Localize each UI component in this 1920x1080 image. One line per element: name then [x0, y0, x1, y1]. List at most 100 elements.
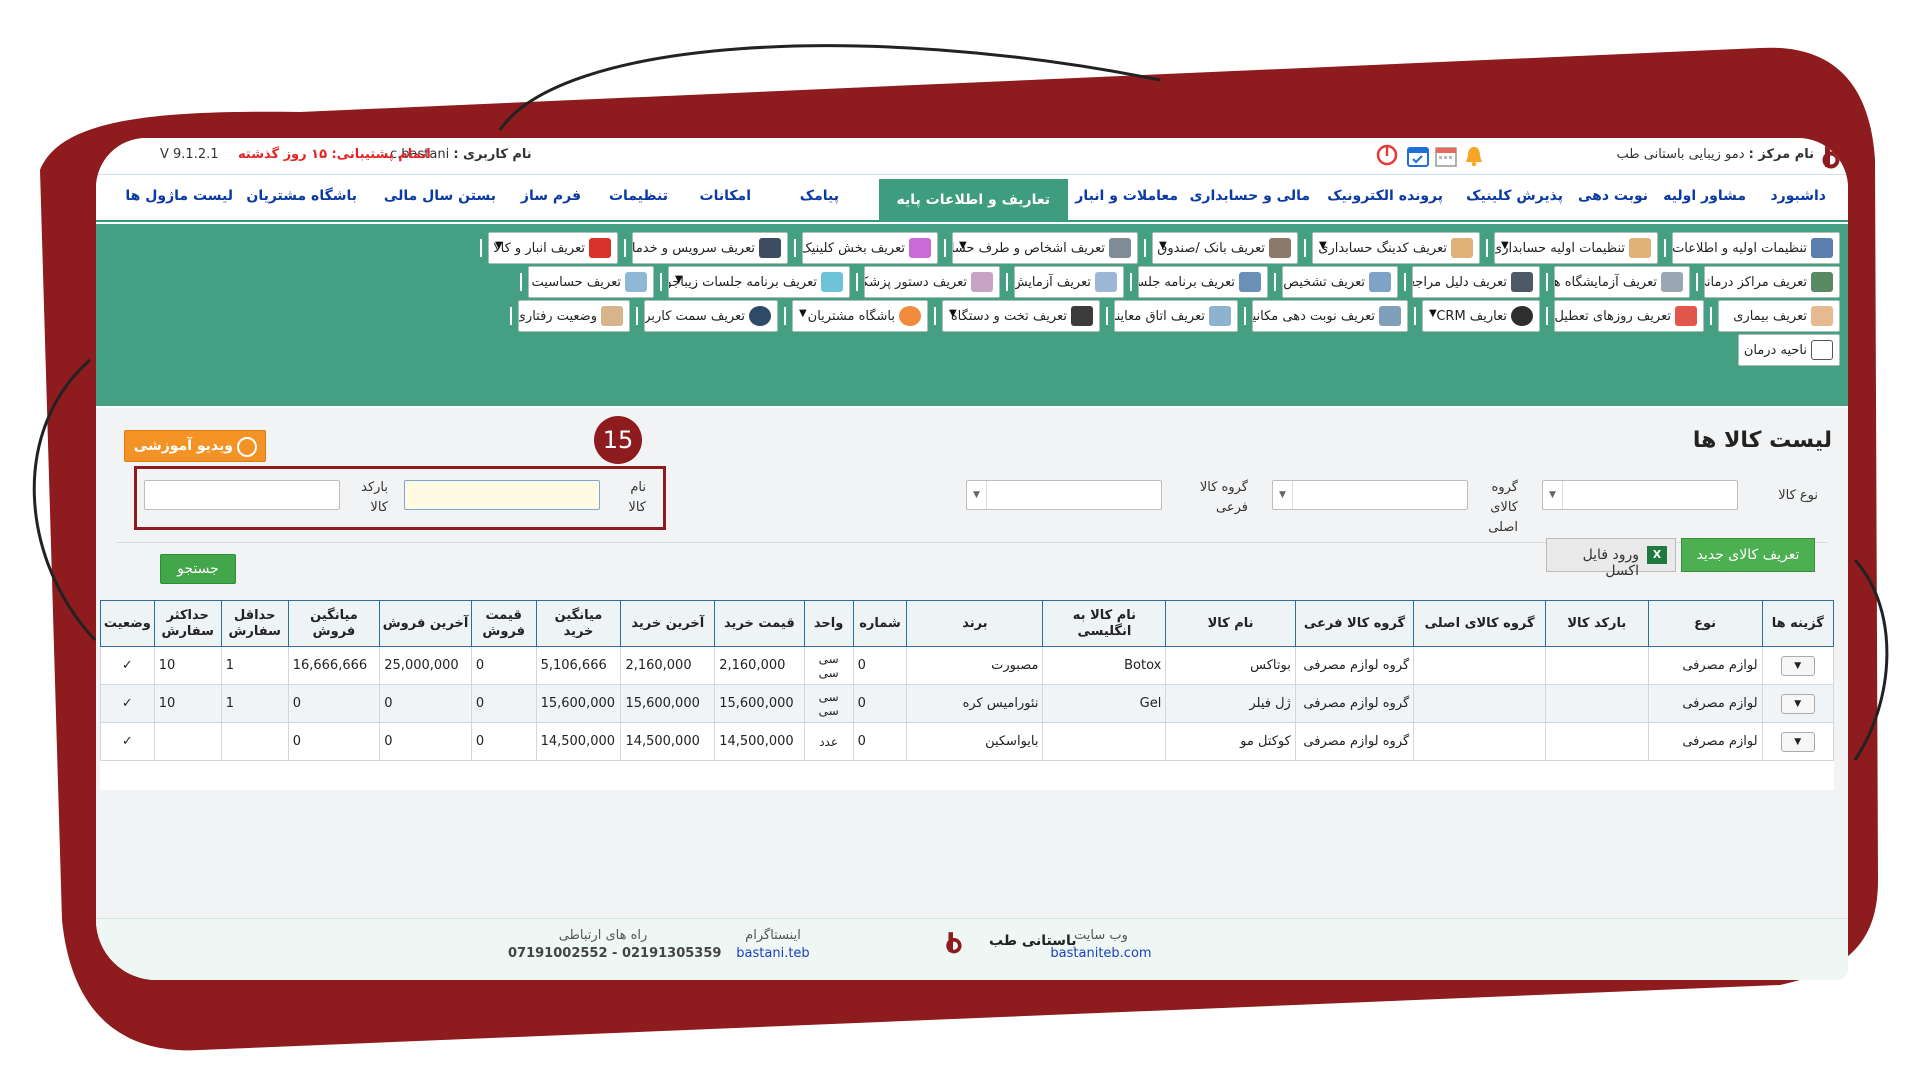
cell-min-order: 1: [220, 684, 289, 723]
center-label: نام مرکز :: [1748, 147, 1814, 162]
top-icons: [1376, 144, 1486, 170]
power-icon[interactable]: [1376, 144, 1398, 170]
submenu-beauty-sessions[interactable]: تعریف برنامه جلسات زیباجو ▼: [668, 266, 850, 298]
submenu-warehouse-goods[interactable]: تعریف انبار و کالا ▼: [488, 232, 618, 264]
nav-electronic-record[interactable]: پرونده الکترونیک: [1327, 188, 1443, 204]
submenu-label: تنظیمات اولیه حسابداری: [1494, 241, 1625, 256]
screenshot-stage: نام مرکز : دمو زیبایی باستانی طب نام کار…: [0, 0, 1920, 1080]
col-main-group: گروه کالای اصلی: [1413, 600, 1546, 647]
submenu-treatment-area[interactable]: ناحیه درمان: [1738, 334, 1840, 366]
kala-name-input[interactable]: [404, 480, 600, 510]
col-status: وضعیت: [100, 600, 155, 647]
separator: [1244, 307, 1246, 325]
crm-icon: [1511, 306, 1533, 326]
footer: باستانی طب وب سایت bastaniteb.com اینستا…: [96, 918, 1848, 980]
separator: [480, 239, 482, 257]
nav-clinic-reception[interactable]: پذیرش کلینیک: [1466, 188, 1563, 204]
submenu-laboratories[interactable]: تعریف آزمایشگاه ها: [1554, 266, 1690, 298]
nav-module-list[interactable]: لیست ماژول ها: [125, 188, 233, 204]
submenu-services[interactable]: تعریف سرویس و خدمات: [632, 232, 788, 264]
nav-base-definitions[interactable]: تعاریف و اطلاعات پایه: [878, 179, 1068, 221]
nav-trade-warehouse[interactable]: معاملات و انبار: [1075, 188, 1178, 204]
row-options-button[interactable]: ▼: [1780, 655, 1815, 676]
sub-group-label: گروه کالا فرعی: [1199, 480, 1248, 515]
book-icon: [589, 238, 611, 258]
submenu-label: تعریف دستور پزشکی: [865, 275, 967, 290]
submenu-center-settings[interactable]: تنظیمات اولیه و اطلاعات مرکز: [1672, 232, 1840, 264]
submenu-user-role[interactable]: تعریف سمت کاربر: [644, 300, 778, 332]
submenu-sensitivity[interactable]: تعریف حساسیت: [528, 266, 654, 298]
cell-sub-group: گروه لوازم مصرفی: [1294, 722, 1415, 761]
submenu-mechanized-appointment[interactable]: تعریف نوبت دهی مکانیزه: [1252, 300, 1408, 332]
submenu-behavior-status[interactable]: وضعیت رفتاری: [518, 300, 630, 332]
submenu-accounting-coding[interactable]: تعریف کدینگ حسابداری ▼: [1312, 232, 1480, 264]
main-group-select[interactable]: ▼: [1272, 480, 1468, 510]
submenu-visit-reason[interactable]: تعریف دلیل مراجعه: [1412, 266, 1540, 298]
row-options-button[interactable]: ▼: [1780, 731, 1815, 752]
chevron-down-icon: ▼: [495, 240, 503, 251]
submenu-label: تعریف انبار و کالا: [493, 241, 585, 256]
submenu-bed-device[interactable]: تعریف تخت و دستگاه ▼: [942, 300, 1100, 332]
hand-person-icon: [601, 306, 623, 326]
cell-brand: مصبورت: [906, 646, 1044, 685]
col-name-en: نام کالا به انگلیسی: [1042, 600, 1167, 647]
persons-icon: [1109, 238, 1131, 258]
row-options-button[interactable]: ▼: [1780, 693, 1815, 714]
separator: [510, 307, 512, 325]
nav-close-fiscal-year[interactable]: بستن سال مالی: [384, 188, 496, 204]
submenu-customer-club[interactable]: باشگاه مشتریان ▼: [792, 300, 928, 332]
sub-group-select[interactable]: ▼: [966, 480, 1162, 510]
calendar-icon: [1675, 306, 1697, 326]
submenu-crm[interactable]: تعاریف CRM ▼: [1422, 300, 1540, 332]
kala-type-select[interactable]: ▼: [1542, 480, 1738, 510]
nav-initial-consultant[interactable]: مشاور اولیه: [1663, 188, 1746, 204]
submenu-session-program[interactable]: تعریف برنامه جلسات: [1138, 266, 1268, 298]
bell-icon[interactable]: [1462, 144, 1486, 172]
cell-type: لوازم مصرفی: [1647, 722, 1763, 761]
submenu-medical-order[interactable]: تعریف دستور پزشکی: [864, 266, 1000, 298]
submenu-accounting-settings[interactable]: تنظیمات اولیه حسابداری ▼: [1494, 232, 1658, 264]
new-goods-button[interactable]: تعریف کالای جدید: [1681, 538, 1815, 572]
nav-dashboard[interactable]: داشبورد: [1771, 188, 1827, 204]
instagram-link[interactable]: bastani.teb: [718, 945, 828, 963]
chevron-down-icon: ▼: [959, 240, 967, 251]
lab-icon: [1661, 272, 1683, 292]
submenu-holidays[interactable]: تعریف روزهای تعطیل: [1554, 300, 1704, 332]
separator: [1546, 307, 1548, 325]
chevron-down-icon: ▼: [1429, 308, 1437, 319]
calendar-icon[interactable]: [1434, 144, 1458, 172]
nav-features[interactable]: امکانات: [700, 188, 751, 204]
cell-name-en: [1042, 722, 1167, 761]
search-button[interactable]: جستجو: [160, 554, 236, 584]
flask-icon: [1095, 272, 1117, 292]
nav-finance-accounting[interactable]: مالی و حسابداری: [1190, 188, 1310, 204]
submenu-label: تعریف حساسیت: [531, 275, 621, 290]
submenu-clinic-department[interactable]: تعریف بخش کلینیک: [802, 232, 938, 264]
cell-name-en: Botox: [1042, 646, 1167, 685]
separator: [1130, 273, 1132, 291]
submenu-test[interactable]: تعریف آزمایش: [1014, 266, 1124, 298]
cell-number: 0: [852, 684, 908, 723]
submenu-disease[interactable]: تعریف بیماری: [1718, 300, 1840, 332]
website-link[interactable]: bastaniteb.com: [1046, 945, 1156, 963]
col-buy-price: قیمت خرید: [714, 600, 805, 647]
nav-form-builder[interactable]: فرم ساز: [521, 188, 581, 204]
submenu-exam-room[interactable]: تعریف اتاق معاینه: [1114, 300, 1238, 332]
nav-appointments[interactable]: نوبت دهی: [1578, 188, 1648, 204]
monitor-icon: [1379, 306, 1401, 326]
barcode-label: بارکد کالا: [361, 480, 388, 515]
training-video-button[interactable]: ویدیو آموزشی: [124, 430, 266, 462]
separator: [1144, 239, 1146, 257]
nav-customer-club[interactable]: باشگاه مشتریان: [246, 188, 357, 204]
barcode-input[interactable]: [144, 480, 340, 510]
submenu-persons-accounts[interactable]: تعریف اشخاص و طرف حساب ▼: [952, 232, 1138, 264]
nav-sms[interactable]: پیامک: [800, 188, 839, 204]
submenu-medical-centers[interactable]: تعریف مراکز درمانی: [1704, 266, 1840, 298]
excel-import-button[interactable]: X ورود فایل اکسل: [1546, 538, 1676, 579]
submenu-bank-cashbox[interactable]: تعریف بانک /صندوق ▼: [1152, 232, 1298, 264]
cell-name: بوتاکس: [1165, 646, 1296, 685]
separator: [1304, 239, 1306, 257]
calendar-check-icon[interactable]: [1406, 144, 1430, 172]
submenu-diagnosis[interactable]: تعریف تشخیص: [1282, 266, 1398, 298]
nav-settings[interactable]: تنظیمات: [609, 188, 668, 204]
